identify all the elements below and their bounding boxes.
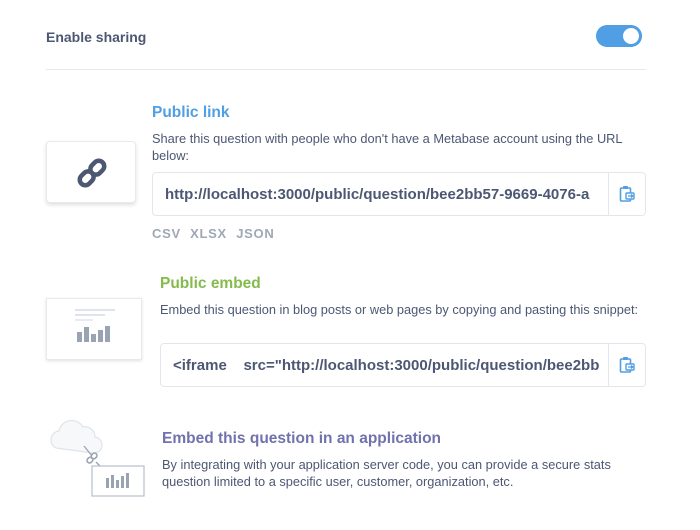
public-embed-snippet[interactable]: <iframe src="http://localhost:3000/publi…	[173, 357, 599, 374]
copy-icon	[619, 186, 635, 202]
app-embed-description: By integrating with your application ser…	[162, 457, 611, 489]
embed-preview-icon	[75, 309, 115, 342]
public-link-url-box: http://localhost:3000/public/question/be…	[152, 172, 646, 216]
public-link-description: Share this question with people who don'…	[152, 131, 623, 163]
enable-sharing-toggle[interactable]	[596, 25, 642, 47]
copy-public-link-button[interactable]	[609, 173, 645, 215]
public-embed-title: Public embed	[160, 275, 261, 292]
format-json[interactable]: JSON	[236, 226, 274, 241]
app-embed-illustration	[44, 418, 148, 502]
sharing-header: Enable sharing	[46, 0, 646, 70]
app-embed-title[interactable]: Embed this question in an application	[162, 430, 441, 448]
toggle-knob	[623, 28, 639, 44]
copy-embed-snippet-button[interactable]	[609, 344, 645, 386]
format-xlsx[interactable]: XLSX	[190, 226, 227, 241]
link-icon	[77, 158, 107, 188]
copy-icon	[619, 357, 635, 373]
public-embed-description: Embed this question in blog posts or web…	[160, 302, 639, 317]
download-formats: CSV XLSX JSON	[152, 226, 279, 241]
format-csv[interactable]: CSV	[152, 226, 181, 241]
public-embed-preview-card	[46, 298, 142, 360]
public-link-title: Public link	[152, 104, 230, 121]
enable-sharing-label: Enable sharing	[46, 29, 147, 45]
chart-icon	[106, 473, 129, 488]
public-embed-snippet-box: <iframe src="http://localhost:3000/publi…	[160, 343, 646, 387]
public-link-url[interactable]: http://localhost:3000/public/question/be…	[165, 186, 589, 203]
public-link-icon-card	[46, 141, 136, 203]
